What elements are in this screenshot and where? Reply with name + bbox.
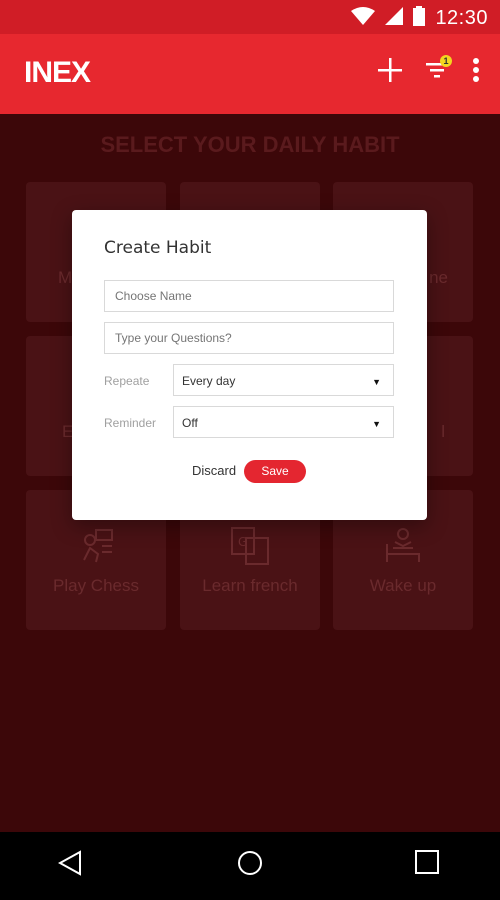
recents-icon[interactable] xyxy=(415,850,439,879)
system-nav-bar xyxy=(0,832,500,900)
repeat-label: Repeate xyxy=(104,374,150,388)
tile-label: Play Chess xyxy=(53,576,139,595)
habit-name-input[interactable] xyxy=(104,280,394,312)
discard-button[interactable]: Discard xyxy=(192,463,236,478)
home-icon[interactable] xyxy=(237,850,263,881)
reminder-label: Reminder xyxy=(104,416,157,430)
repeat-value: Every day xyxy=(182,374,236,388)
tile-label: Wake up xyxy=(369,576,437,595)
back-icon[interactable] xyxy=(57,850,82,881)
bed-icon xyxy=(383,526,423,566)
reminder-value: Off xyxy=(182,416,198,430)
signal-icon xyxy=(385,7,404,30)
app-logo: INEX xyxy=(24,56,91,89)
chess-player-icon xyxy=(76,526,116,566)
dialog-title: Create Habit xyxy=(104,238,212,258)
save-button[interactable]: Save xyxy=(244,460,306,483)
svg-text:G: G xyxy=(238,535,247,549)
repeat-select[interactable]: Every day ▼ xyxy=(173,364,394,396)
clock: 12:30 xyxy=(435,7,488,29)
dropdown-arrow-icon: ▼ xyxy=(372,419,381,429)
questions-input[interactable] xyxy=(104,322,394,354)
tile-label: Learn french xyxy=(202,576,298,595)
app-bar: INEX 1 xyxy=(0,34,500,114)
create-habit-dialog: Create Habit Repeate Every day ▼ Reminde… xyxy=(72,210,427,520)
filter-icon[interactable]: 1 xyxy=(426,55,452,84)
status-bar: 12:30 xyxy=(0,0,500,34)
filter-badge: 1 xyxy=(440,55,452,67)
more-vertical-icon[interactable] xyxy=(472,58,480,87)
dropdown-arrow-icon: ▼ xyxy=(372,377,381,387)
translate-icon: G xyxy=(230,526,270,566)
wifi-icon xyxy=(351,7,376,30)
battery-icon xyxy=(413,6,426,31)
section-title: SELECT YOUR DAILY HABIT xyxy=(100,132,400,157)
plus-icon[interactable] xyxy=(378,58,402,87)
reminder-select[interactable]: Off ▼ xyxy=(173,406,394,438)
